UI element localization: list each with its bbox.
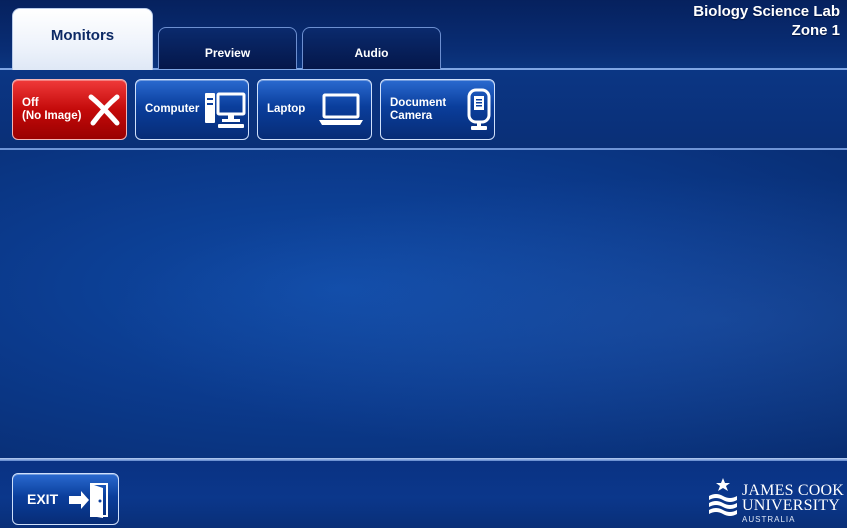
document-camera-icon	[467, 88, 491, 130]
computer-button[interactable]: Computer	[135, 79, 249, 140]
main-content-highlight	[0, 150, 847, 458]
exit-button[interactable]: EXIT	[12, 473, 119, 525]
off-button-label: Off (No Image)	[22, 96, 82, 122]
tab-monitors[interactable]: Monitors	[12, 8, 153, 70]
tab-audio-label: Audio	[354, 45, 389, 60]
tab-preview-label: Preview	[204, 45, 251, 60]
tab-audio[interactable]: Audio	[302, 27, 441, 69]
exit-door-icon	[69, 483, 108, 518]
university-logo: JAMES COOK UNIVERSITY AUSTRALIA	[706, 472, 844, 526]
tab-preview[interactable]: Preview	[158, 27, 297, 69]
location-title: Biology Science Lab Zone 1	[693, 2, 840, 40]
logo-text-line3: AUSTRALIA	[742, 515, 796, 524]
off-no-image-button[interactable]: Off (No Image)	[12, 79, 127, 140]
laptop-icon	[319, 93, 363, 125]
laptop-button-label: Laptop	[267, 103, 306, 115]
computer-button-label: Computer	[145, 103, 200, 115]
document-camera-button-label: Document Camera	[390, 96, 447, 122]
source-selection-row: Off (No Image) Computer Laptop Document …	[0, 70, 847, 148]
exit-button-label: EXIT	[27, 491, 59, 507]
desktop-computer-icon	[205, 92, 246, 128]
zone-name: Zone 1	[791, 22, 840, 39]
logo-text-line2: UNIVERSITY	[742, 497, 840, 514]
tab-monitors-label: Monitors	[50, 27, 115, 44]
document-camera-button[interactable]: Document Camera	[380, 79, 495, 140]
room-name: Biology Science Lab	[693, 3, 840, 20]
close-x-icon	[88, 94, 120, 126]
jcu-wave-emblem-icon	[709, 478, 737, 516]
laptop-button[interactable]: Laptop	[257, 79, 372, 140]
